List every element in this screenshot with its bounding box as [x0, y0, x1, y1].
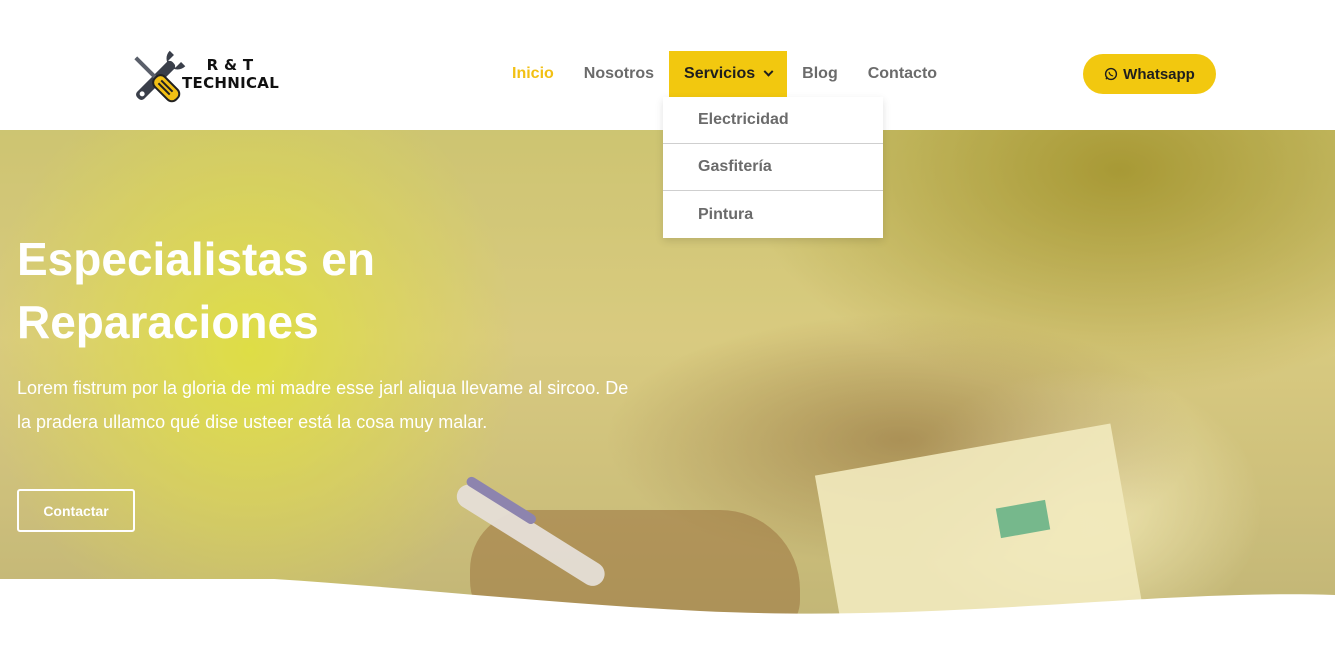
chevron-down-icon	[763, 66, 774, 77]
logo[interactable]: R & T TECHNICAL	[124, 46, 284, 112]
nav-item-blog[interactable]: Blog	[787, 51, 853, 97]
dropdown-label: Gasfitería	[698, 158, 772, 175]
hero-title-line1: Especialistas en	[17, 233, 375, 285]
wrench-screwdriver-icon	[134, 50, 186, 103]
hero-text-line1: Lorem fistrum por la gloria de mi madre …	[17, 378, 629, 398]
dropdown-label: Electricidad	[698, 111, 789, 128]
whatsapp-label: Whatsapp	[1123, 65, 1195, 83]
logo-text: R & T TECHNICAL	[182, 56, 280, 92]
whatsapp-button[interactable]: Whatsapp	[1083, 54, 1216, 94]
contactar-label: Contactar	[43, 502, 109, 519]
logo-line2: TECHNICAL	[182, 74, 280, 92]
nav-label: Nosotros	[583, 65, 655, 82]
hero-title-line2: Reparaciones	[17, 296, 319, 348]
nav-label: Blog	[802, 65, 838, 82]
servicios-dropdown: Electricidad Gasfitería Pintura	[663, 97, 883, 238]
hero-text-line2: la pradera ullamco qué dise usteer está …	[17, 412, 488, 432]
dropdown-item-electricidad[interactable]: Electricidad	[663, 97, 883, 144]
main-nav: Inicio Nosotros Servicios Blog Contacto	[497, 51, 952, 97]
whatsapp-icon	[1105, 67, 1118, 81]
contactar-button[interactable]: Contactar	[17, 489, 135, 532]
nav-label: Contacto	[867, 65, 938, 82]
hero-description: Lorem fistrum por la gloria de mi madre …	[17, 371, 637, 439]
nav-label: Servicios	[684, 65, 756, 82]
nav-item-servicios[interactable]: Servicios	[669, 51, 788, 97]
dropdown-item-pintura[interactable]: Pintura	[663, 191, 883, 238]
hero-title: Especialistas en Reparaciones	[17, 228, 637, 354]
dropdown-label: Pintura	[698, 205, 754, 223]
dropdown-item-gasfiteria[interactable]: Gasfitería	[663, 144, 883, 191]
nav-item-nosotros[interactable]: Nosotros	[569, 51, 669, 97]
nav-item-inicio[interactable]: Inicio	[497, 51, 569, 97]
hero-bottom-wave	[0, 579, 1335, 649]
logo-line1: R & T	[206, 56, 254, 74]
nav-label: Inicio	[512, 65, 554, 82]
nav-item-contacto[interactable]: Contacto	[853, 51, 952, 97]
